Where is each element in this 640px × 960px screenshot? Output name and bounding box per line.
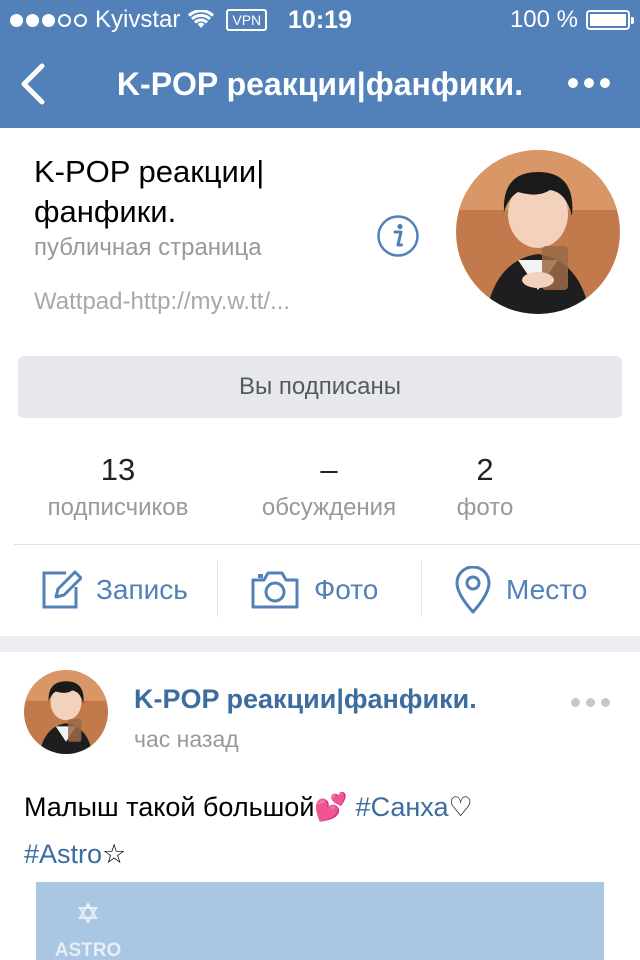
stats-row: 13 подписчиков – обсуждения 2 фото xyxy=(0,452,640,522)
heart-symbol: ♡ xyxy=(448,792,473,822)
stat-subscribers[interactable]: 13 подписчиков xyxy=(30,452,206,522)
info-icon[interactable] xyxy=(376,214,420,258)
group-name: K-POP реакции|фанфики. xyxy=(34,154,265,229)
star-symbol: ☆ xyxy=(102,839,127,869)
subscribed-button[interactable]: Вы подписаны xyxy=(18,356,622,418)
hearts-emoji: 💕 xyxy=(314,792,349,822)
stat-label: фото xyxy=(456,494,514,521)
action-label: Место xyxy=(506,574,588,605)
camera-icon xyxy=(251,571,299,609)
status-bar: Kyivstar VPN 10:19 100 % xyxy=(0,0,640,40)
battery-percent: 100 % xyxy=(509,6,578,33)
post-more-icon[interactable] xyxy=(571,698,610,707)
post-author-name[interactable]: K-POP реакции|фанфики. xyxy=(134,684,477,715)
stat-label: подписчиков xyxy=(47,494,189,521)
stat-label: обсуждения xyxy=(261,494,397,521)
image-logo-text: ASTRO xyxy=(55,940,122,960)
stat-value: 2 xyxy=(476,452,494,487)
stat-value: – xyxy=(320,452,338,487)
post-text-main: Малыш такой большой xyxy=(24,792,315,822)
action-label: Фото xyxy=(314,574,379,605)
hashtag-link[interactable]: #Санха xyxy=(356,792,449,822)
hashtag-link[interactable]: #Astro xyxy=(24,839,102,869)
stat-discussions[interactable]: – обсуждения xyxy=(240,452,418,522)
battery-icon xyxy=(586,10,634,30)
post-card: K-POP реакции|фанфики. час назад Малыш т… xyxy=(0,652,640,960)
actions-row: Запись Фото Место xyxy=(0,545,640,635)
group-avatar[interactable] xyxy=(456,150,620,314)
post-image[interactable]: ASTRO xyxy=(36,882,604,960)
divider xyxy=(217,561,218,617)
post-text: Малыш такой большой💕 #Санха♡ #Astro☆ xyxy=(24,784,614,878)
nav-title: K-POP реакции|фанфики. xyxy=(116,66,524,102)
group-header-card: K-POP реакции|фанфики. публичная страниц… xyxy=(0,128,640,636)
stat-photos[interactable]: 2 фото xyxy=(440,452,530,522)
post-time: час назад xyxy=(134,726,239,752)
more-dots-icon[interactable] xyxy=(568,78,610,88)
location-pin-icon xyxy=(455,566,491,614)
post-author-avatar[interactable] xyxy=(24,670,108,754)
group-type: публичная страница xyxy=(34,234,262,261)
group-description[interactable]: Wattpad-http://my.w.tt/... xyxy=(34,288,290,316)
stat-value: 13 xyxy=(100,452,136,487)
post-action-button[interactable]: Запись xyxy=(40,545,188,635)
nav-bar: K-POP реакции|фанфики. xyxy=(0,40,640,128)
edit-icon xyxy=(42,570,82,609)
action-label: Запись xyxy=(96,574,188,605)
photo-action-button[interactable]: Фото xyxy=(250,545,378,635)
status-right: 100 % xyxy=(509,6,634,34)
divider xyxy=(421,561,422,617)
place-action-button[interactable]: Место xyxy=(454,545,587,635)
